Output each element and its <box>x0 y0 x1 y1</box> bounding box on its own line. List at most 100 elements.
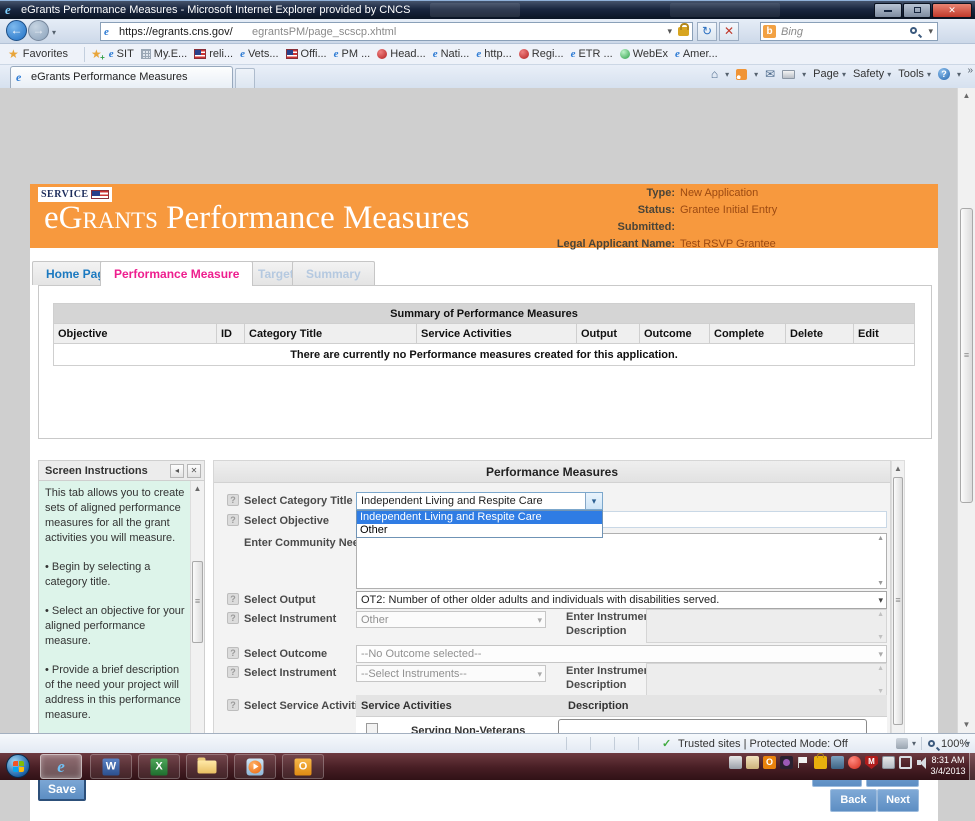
add-favorite-button[interactable]: ★ <box>91 47 104 62</box>
browser-vertical-scrollbar[interactable]: ▲ ≡ ▼ <box>957 88 975 733</box>
help-icon[interactable]: ? <box>227 612 239 624</box>
favorite-link[interactable]: e SIT <box>109 48 134 60</box>
stop-button[interactable]: ✕ <box>719 22 739 41</box>
zoom-chevron-icon[interactable]: ▾ <box>966 739 970 748</box>
start-button[interactable] <box>6 754 30 778</box>
browser-tab[interactable]: e eGrants Performance Measures <box>10 66 233 88</box>
option-other[interactable]: Other <box>357 524 602 537</box>
maximize-button[interactable] <box>903 3 931 18</box>
tools-menu[interactable]: Tools ▾ <box>898 68 931 80</box>
next-button[interactable]: Next <box>877 789 919 812</box>
scrollbar-thumb[interactable]: ≡ <box>893 477 903 725</box>
search-icon[interactable] <box>910 27 917 34</box>
url-dropdown-chevron-icon[interactable]: ▾ <box>667 26 672 37</box>
favorite-link[interactable]: Offi... <box>285 48 327 60</box>
action-center-flag-icon[interactable] <box>797 756 810 769</box>
scroll-up-icon[interactable]: ▲ <box>877 535 884 542</box>
search-box[interactable]: b Bing ▾ <box>760 22 938 41</box>
print-icon[interactable] <box>782 69 796 79</box>
taskbar-outlook-button[interactable]: O <box>282 754 324 779</box>
print-chevron-icon[interactable]: ▾ <box>802 70 806 79</box>
recent-pages-chevron-icon[interactable]: ▾ <box>52 28 56 37</box>
favorite-link[interactable]: e Amer... <box>675 48 718 60</box>
help-icon[interactable]: ? <box>937 68 950 80</box>
home-chevron-icon[interactable]: ▾ <box>725 70 729 79</box>
instructions-scrollbar[interactable]: ▲ ≡ ▼ <box>190 481 204 755</box>
printer-tray-icon[interactable] <box>729 756 742 769</box>
purple-app-tray-icon[interactable] <box>780 756 793 769</box>
favorite-link[interactable]: e Nati... <box>433 48 470 60</box>
collapse-panel-button[interactable]: ◂ <box>170 464 184 478</box>
read-mail-icon[interactable]: ✉ <box>765 67 775 81</box>
rss-feed-icon[interactable] <box>736 68 748 80</box>
favorite-link[interactable]: e ETR ... <box>571 48 613 60</box>
scroll-down-icon[interactable]: ▼ <box>877 580 884 587</box>
dropdown-arrow-button[interactable]: ▾ <box>585 493 602 509</box>
output-dropdown[interactable]: OT2: Number of other older adults and in… <box>356 591 887 609</box>
zoom-magnifier-icon[interactable] <box>928 740 935 747</box>
new-tab-button[interactable] <box>235 68 255 88</box>
category-title-dropdown[interactable]: Independent Living and Respite Care ▾ <box>356 492 603 510</box>
page-menu[interactable]: Page ▾ <box>813 68 846 80</box>
back-button[interactable]: Back <box>830 789 877 812</box>
url-field[interactable]: e https://egrants.cns.gov/ egrantsPM/pag… <box>100 22 693 41</box>
lock-tray-icon[interactable] <box>814 753 827 769</box>
back-button[interactable]: ← <box>6 20 27 41</box>
scroll-up-icon[interactable]: ▲ <box>892 461 904 477</box>
tab-performance-measure[interactable]: Performance Measure <box>100 261 254 286</box>
help-icon[interactable]: ? <box>227 514 239 526</box>
taskbar-mediaplayer-button[interactable] <box>234 754 276 779</box>
favorites-star-icon[interactable]: ★ <box>8 47 19 61</box>
taskbar-explorer-button[interactable] <box>186 754 228 779</box>
favorite-link[interactable]: e Vets... <box>240 48 278 60</box>
favorite-link[interactable]: e http... <box>476 48 511 60</box>
feed-chevron-icon[interactable]: ▾ <box>754 70 758 79</box>
form-vertical-scrollbar[interactable]: ▲ ≡ ▼ <box>891 460 905 756</box>
show-desktop-button[interactable] <box>969 753 975 780</box>
network-tray-icon[interactable] <box>831 756 844 769</box>
help-icon[interactable]: ? <box>227 647 239 659</box>
refresh-button[interactable]: ↻ <box>697 22 717 41</box>
community-need-textarea[interactable]: ▲ ▼ <box>356 533 887 589</box>
favorite-link[interactable]: Head... <box>377 48 426 60</box>
search-options-chevron-icon[interactable]: ▾ <box>928 26 933 37</box>
favorite-link[interactable]: WebEx <box>619 48 668 60</box>
scrollbar-thumb[interactable]: ≡ <box>192 561 203 643</box>
clipboard-tray-icon[interactable] <box>882 756 895 769</box>
close-button[interactable]: ✕ <box>932 3 972 18</box>
taskbar-ie-button[interactable]: e <box>40 754 82 779</box>
favorite-link[interactable]: reli... <box>194 48 233 60</box>
taskbar-word-button[interactable]: W <box>90 754 132 779</box>
help-chevron-icon[interactable]: ▾ <box>957 70 961 79</box>
favorite-link[interactable]: Regi... <box>518 48 564 60</box>
compatibility-view-icon[interactable] <box>896 738 908 749</box>
help-icon[interactable]: ? <box>227 666 239 678</box>
app-tray-icon[interactable] <box>746 756 759 769</box>
mcafee-shield-icon[interactable]: M <box>865 756 878 769</box>
favorite-link[interactable]: My.E... <box>140 48 187 60</box>
close-panel-button[interactable]: ✕ <box>187 464 201 478</box>
status-chevron-icon[interactable]: ▾ <box>912 739 916 748</box>
taskbar-clock[interactable]: 8:31 AM 3/4/2013 <box>929 755 967 777</box>
favorites-label[interactable]: Favorites <box>23 48 68 60</box>
home-icon[interactable]: ⌂ <box>711 67 718 81</box>
orange-o-tray-icon[interactable]: O <box>763 756 776 769</box>
scroll-up-icon[interactable]: ▲ <box>191 481 204 497</box>
favorite-link[interactable]: e PM ... <box>334 48 371 60</box>
help-icon[interactable]: ? <box>227 494 239 506</box>
forward-button[interactable]: → <box>28 20 49 41</box>
overflow-chevron-icon[interactable]: » <box>967 65 973 76</box>
zoom-level[interactable]: 100% <box>941 738 969 750</box>
option-independent-living[interactable]: Independent Living and Respite Care <box>357 511 602 524</box>
taskbar-excel-button[interactable]: X <box>138 754 180 779</box>
scroll-down-icon[interactable]: ▼ <box>958 717 975 733</box>
volume-tray-icon[interactable] <box>916 756 929 769</box>
scrollbar-thumb[interactable]: ≡ <box>960 208 973 503</box>
minimize-button[interactable] <box>874 3 902 18</box>
help-icon[interactable]: ? <box>227 593 239 605</box>
safety-menu[interactable]: Safety ▾ <box>853 68 891 80</box>
help-icon[interactable]: ? <box>227 699 239 711</box>
display-tray-icon[interactable] <box>899 756 912 769</box>
scroll-up-icon[interactable]: ▲ <box>958 88 975 104</box>
security-lock-icon[interactable] <box>678 23 689 36</box>
